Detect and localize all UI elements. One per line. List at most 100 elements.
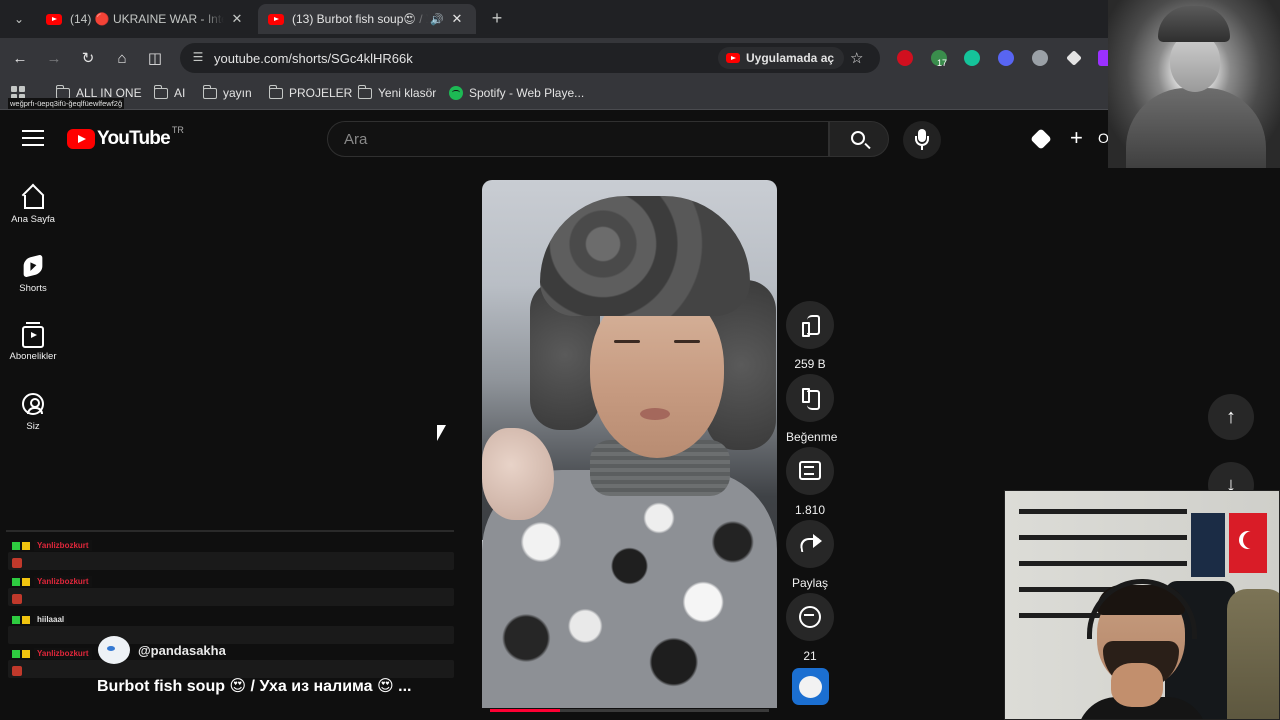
chat-emote-icon [12, 594, 22, 604]
bookmark-label: PROJELER [289, 86, 353, 100]
chat-message: Yanlizbozkurt [8, 540, 454, 570]
video-progress-bar[interactable] [490, 709, 769, 712]
browser-tab-strip: ⌄ (14) 🔴 UKRAINE WAR - International ✕ (… [0, 0, 1280, 38]
tab-search-chevron-icon[interactable]: ⌄ [8, 8, 30, 30]
folder-icon [268, 84, 283, 99]
thumbs-down-icon[interactable] [786, 374, 834, 422]
short-title[interactable]: Burbot fish soup 😍 / Уха из налима 😍 ... [97, 676, 411, 696]
bookmark-folder[interactable]: yayın [202, 84, 252, 100]
youtube-icon [726, 53, 740, 63]
guide-item-home[interactable]: Ana Sayfa [0, 186, 66, 225]
back-arrow-icon[interactable]: ← [9, 47, 31, 69]
browser-toolbar: ← → ↻ ⌂ ◫ ☰ youtube.com/shorts/SGc4klHR6… [0, 38, 1280, 78]
close-icon[interactable]: ✕ [228, 11, 246, 27]
chat-emote-icon [12, 666, 22, 676]
bookmark-folder[interactable]: Yeni klasör [357, 84, 437, 100]
open-in-app-label: Uygulamada aç [746, 51, 835, 65]
search-input[interactable]: Ara [327, 121, 829, 157]
guide-item-subscriptions[interactable]: Abonelikler [0, 322, 66, 362]
folder-icon [202, 84, 217, 99]
country-code: TR [171, 125, 184, 135]
remix-button[interactable]: 21 [786, 593, 834, 663]
forward-arrow-icon[interactable]: → [43, 47, 65, 69]
discord-icon[interactable] [998, 50, 1014, 66]
diamond-extension-icon[interactable] [1066, 50, 1082, 66]
tab-title: (13) Burbot fish soup😍 / Уха из налима [292, 12, 428, 26]
folder-icon [357, 84, 372, 99]
chat-text-line: weğprfı-üepq3ifü-ğeqlfüewlfewf2ğ [8, 98, 125, 109]
guide-label: Shorts [19, 283, 47, 294]
video-progress-fill [490, 709, 560, 712]
youtube-header: YouTube TR Ara + O [0, 110, 1280, 168]
guide-item-shorts[interactable]: Shorts [0, 254, 66, 294]
browser-tab-burbot[interactable]: (13) Burbot fish soup😍 / Уха из налима 🔊… [258, 4, 476, 34]
dislike-button[interactable]: Beğenme [786, 374, 837, 444]
side-panel-icon[interactable]: ◫ [144, 47, 166, 69]
bookmark-label: AI [174, 86, 186, 100]
chat-message: hiilaaal [8, 614, 454, 644]
guide-label: Siz [26, 421, 40, 432]
channel-avatar[interactable] [98, 636, 130, 664]
extension-red-icon[interactable] [897, 50, 913, 66]
spotify-icon [449, 86, 463, 100]
shield-extension-icon[interactable] [1032, 50, 1048, 66]
grammarly-icon[interactable] [964, 50, 980, 66]
remix-count: 21 [803, 649, 817, 663]
channel-handle[interactable]: @pandasakha [98, 636, 226, 664]
thumbs-up-icon[interactable] [786, 301, 834, 349]
close-icon[interactable]: ✕ [448, 11, 466, 27]
logo-wordmark: YouTube [97, 128, 171, 149]
like-count: 259 B [794, 357, 826, 371]
folder-icon [153, 84, 168, 99]
browser-tab-ukraine[interactable]: (14) 🔴 UKRAINE WAR - International ✕ [36, 4, 256, 34]
folder-icon [55, 84, 70, 99]
comments-button[interactable]: 1.810 [786, 447, 834, 517]
share-button[interactable]: Paylaş [786, 520, 834, 590]
arrow-up-icon: ↑ [1226, 405, 1236, 428]
subscriptions-icon [22, 322, 44, 348]
shorts-icon [23, 254, 43, 278]
remix-icon[interactable] [786, 593, 834, 641]
you-icon [22, 393, 44, 415]
reload-icon[interactable]: ↻ [77, 47, 99, 69]
chat-username: Yanlizbozkurt [34, 576, 92, 587]
portrait-photo-overlay [1108, 0, 1280, 168]
youtube-play-icon [67, 129, 95, 149]
stream-chat-overlay: Yanlizbozkurt Yanlizbozkurt hiilaaal Yan… [0, 530, 460, 680]
home-button-icon[interactable]: ⌂ [111, 47, 133, 69]
guide-label: Ana Sayfa [11, 214, 55, 225]
bookmark-folder[interactable]: PROJELER [268, 84, 353, 100]
chat-username: Yanlizbozkurt [34, 540, 92, 551]
voice-search-button[interactable] [903, 121, 941, 159]
extension-badge: 17 [937, 58, 948, 68]
premium-gem-icon[interactable] [1030, 128, 1052, 150]
search-button[interactable] [829, 121, 889, 157]
channel-avatar-thumbnail[interactable] [792, 668, 829, 705]
bookmark-folder[interactable]: AI [153, 84, 186, 100]
bookmark-star-icon[interactable]: ☆ [850, 49, 863, 67]
previous-short-button[interactable]: ↑ [1208, 394, 1254, 440]
bookmark-spotify[interactable]: Spotify - Web Playe... [449, 86, 584, 100]
open-in-app-button[interactable]: Uygulamada aç [718, 47, 845, 69]
chat-username: Yanlizbozkurt [34, 648, 92, 659]
guide-item-you[interactable]: Siz [0, 393, 66, 432]
shorts-video-player[interactable] [482, 180, 777, 708]
address-bar[interactable]: ☰ youtube.com/shorts/SGc4klHR66k Uygulam… [180, 43, 880, 73]
comment-icon[interactable] [786, 447, 834, 495]
new-tab-plus-icon[interactable]: + [486, 8, 508, 29]
like-button[interactable]: 259 B [786, 301, 834, 371]
create-plus-icon[interactable]: + [1070, 127, 1083, 149]
search-placeholder: Ara [344, 131, 368, 148]
bookmarks-bar: ALL IN ONE AI yayın PROJELER Yeni klasör… [0, 78, 1280, 110]
share-icon[interactable] [786, 520, 834, 568]
site-settings-icon[interactable]: ☰ [190, 50, 206, 66]
channel-handle-text[interactable]: @pandasakha [138, 643, 226, 658]
home-icon [22, 186, 44, 209]
url-text[interactable]: youtube.com/shorts/SGc4klHR66k [214, 51, 413, 66]
menu-hamburger-icon[interactable] [22, 130, 44, 146]
youtube-favicon-icon [268, 13, 284, 25]
youtube-logo[interactable]: YouTube TR [67, 125, 184, 150]
chat-message: Yanlizbozkurt [8, 576, 454, 606]
bookmark-label: Yeni klasör [378, 86, 437, 100]
speaker-icon[interactable]: 🔊 [430, 13, 444, 26]
